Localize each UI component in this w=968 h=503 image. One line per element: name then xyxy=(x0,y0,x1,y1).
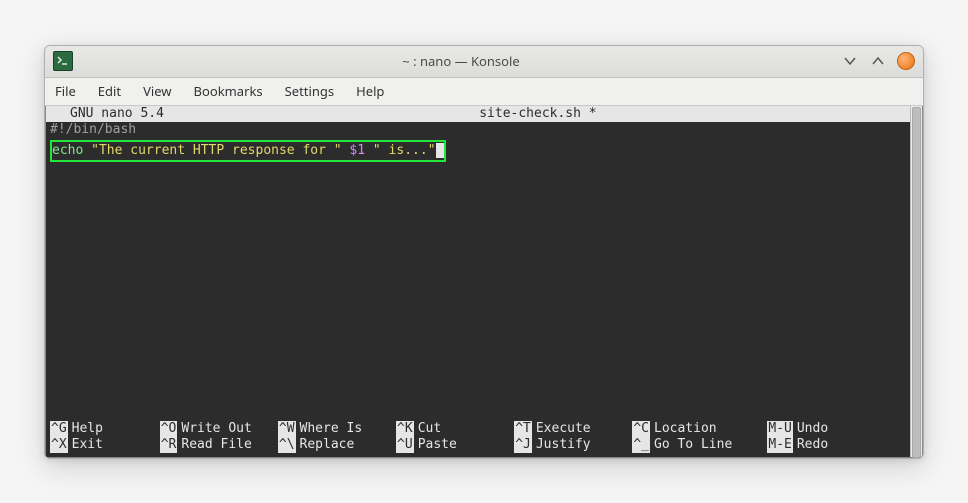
menubar: File Edit View Bookmarks Settings Help xyxy=(45,78,923,106)
editor-line-2: echo "The current HTTP response for " $1… xyxy=(52,143,444,158)
shortcut-redo: M-ERedo xyxy=(767,437,894,453)
nano-status xyxy=(735,106,906,122)
menu-file[interactable]: File xyxy=(55,82,76,100)
shell-variable: $1 xyxy=(342,143,373,158)
highlight-annotation: echo "The current HTTP response for " $1… xyxy=(50,140,446,162)
shortcut-help: ^GHelp xyxy=(50,421,160,437)
close-button[interactable] xyxy=(897,52,915,70)
shortcut-exit: ^XExit xyxy=(50,437,160,453)
nano-title-bar: GNU nano 5.4 site-check.sh * xyxy=(46,106,910,122)
scrollbar-thumb[interactable] xyxy=(912,107,921,458)
konsole-icon xyxy=(53,51,73,71)
minimize-button[interactable] xyxy=(841,52,859,70)
shortcut-readfile: ^RRead File xyxy=(160,437,278,453)
window-title: ~ : nano — Konsole xyxy=(81,52,841,70)
vertical-scrollbar[interactable] xyxy=(910,106,922,457)
shortcut-paste: ^UPaste xyxy=(396,437,514,453)
string-literal-1: "The current HTTP response for " xyxy=(91,143,341,158)
shortcut-location: ^CLocation xyxy=(632,421,767,437)
titlebar[interactable]: ~ : nano — Konsole xyxy=(45,46,923,78)
menu-edit[interactable]: Edit xyxy=(98,82,121,100)
shortcut-justify: ^JJustify xyxy=(514,437,632,453)
konsole-window: ~ : nano — Konsole File Edit View Bookma… xyxy=(44,45,924,459)
shortcut-row-1: ^GHelp ^OWrite Out ^WWhere Is ^KCut ^TEx… xyxy=(50,421,894,437)
nano-shortcut-bar: ^GHelp ^OWrite Out ^WWhere Is ^KCut ^TEx… xyxy=(50,421,894,453)
window-controls xyxy=(841,52,915,70)
menu-settings[interactable]: Settings xyxy=(285,82,334,100)
nano-filename: site-check.sh * xyxy=(341,106,735,122)
shortcut-undo: M-UUndo xyxy=(767,421,894,437)
shortcut-whereis: ^WWhere Is xyxy=(278,421,396,437)
terminal-area[interactable]: GNU nano 5.4 site-check.sh * #!/bin/bash… xyxy=(45,106,923,458)
shortcut-cut: ^KCut xyxy=(396,421,514,437)
text-cursor xyxy=(436,143,444,158)
menu-view[interactable]: View xyxy=(143,82,171,100)
nano-app-name: GNU nano 5.4 xyxy=(50,106,341,122)
shortcut-writeout: ^OWrite Out xyxy=(160,421,278,437)
shortcut-replace: ^\Replace xyxy=(278,437,396,453)
shortcut-execute: ^TExecute xyxy=(514,421,632,437)
menu-help[interactable]: Help xyxy=(356,82,384,100)
editor-line-1: #!/bin/bash xyxy=(46,122,910,138)
echo-keyword: echo xyxy=(52,143,91,158)
shortcut-row-2: ^XExit ^RRead File ^\Replace ^UPaste ^JJ… xyxy=(50,437,894,453)
menu-bookmarks[interactable]: Bookmarks xyxy=(194,82,263,100)
string-literal-2: " is..." xyxy=(373,143,436,158)
shortcut-gotoline: ^_Go To Line xyxy=(632,437,767,453)
maximize-button[interactable] xyxy=(869,52,887,70)
